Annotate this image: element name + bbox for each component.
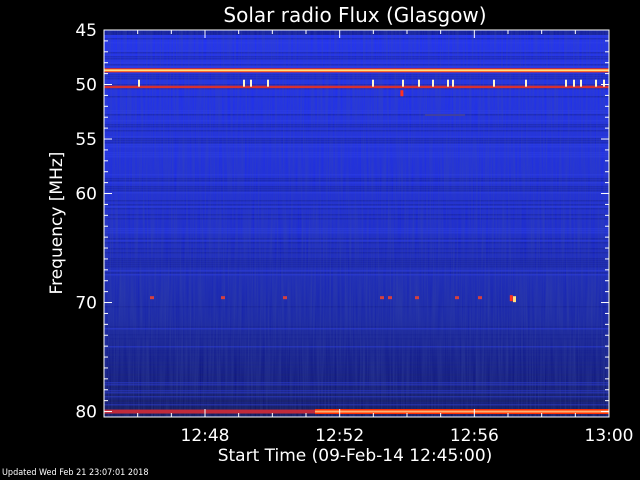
spike-mark [415,296,419,300]
x-tick-label: 12:56 [450,426,499,446]
y-tick-label: 80 [75,403,97,423]
spike-mark [250,79,252,87]
spike-mark [513,296,516,303]
spectrogram-plot-area [104,30,609,418]
faint-patch [425,114,465,117]
spike-mark [418,79,420,87]
spike-mark [402,79,404,87]
spike-mark [388,296,392,300]
y-tick-label: 70 [75,294,97,314]
x-tick-label: 12:52 [315,426,364,446]
y-tick-label: 55 [75,130,97,150]
spike-mark [595,79,597,87]
y-axis-label: Frequency [MHz] [47,152,67,295]
spectrogram-chart: Solar radio Flux (Glasgow) 455055607080 … [47,3,634,466]
spike-mark [447,79,449,87]
spike-mark [573,79,575,87]
spike-mark [243,79,245,87]
y-tick-label: 50 [75,76,97,96]
spike-mark [452,79,454,87]
x-tick-label: 12:48 [181,426,230,446]
spike-mark [580,79,582,87]
spike-mark [283,296,287,300]
x-tick-label: 13:00 [585,426,634,446]
burst-marker [400,90,404,97]
spike-mark [603,79,605,87]
spike-mark [267,79,269,87]
spike-mark [565,79,567,87]
chart-title: Solar radio Flux (Glasgow) [223,3,486,27]
y-tick-label: 60 [75,185,97,205]
y-tick-label: 45 [75,21,97,41]
x-axis-label: Start Time (09-Feb-14 12:45:00) [218,446,493,466]
spike-mark [525,79,527,87]
spike-mark [150,296,154,300]
spike-mark [138,79,140,87]
spike-mark [455,296,459,300]
spike-mark [432,79,434,87]
burst-marker [509,295,513,302]
spike-mark [372,79,374,87]
updated-timestamp: Updated Wed Feb 21 23:07:01 2018 [2,468,149,478]
spike-mark [221,296,225,300]
spike-mark [493,79,495,87]
emission-line-core [104,69,609,72]
emission-band-core [315,410,609,413]
spike-mark [478,296,482,300]
spike-mark [380,296,384,300]
emission-line [104,85,609,89]
